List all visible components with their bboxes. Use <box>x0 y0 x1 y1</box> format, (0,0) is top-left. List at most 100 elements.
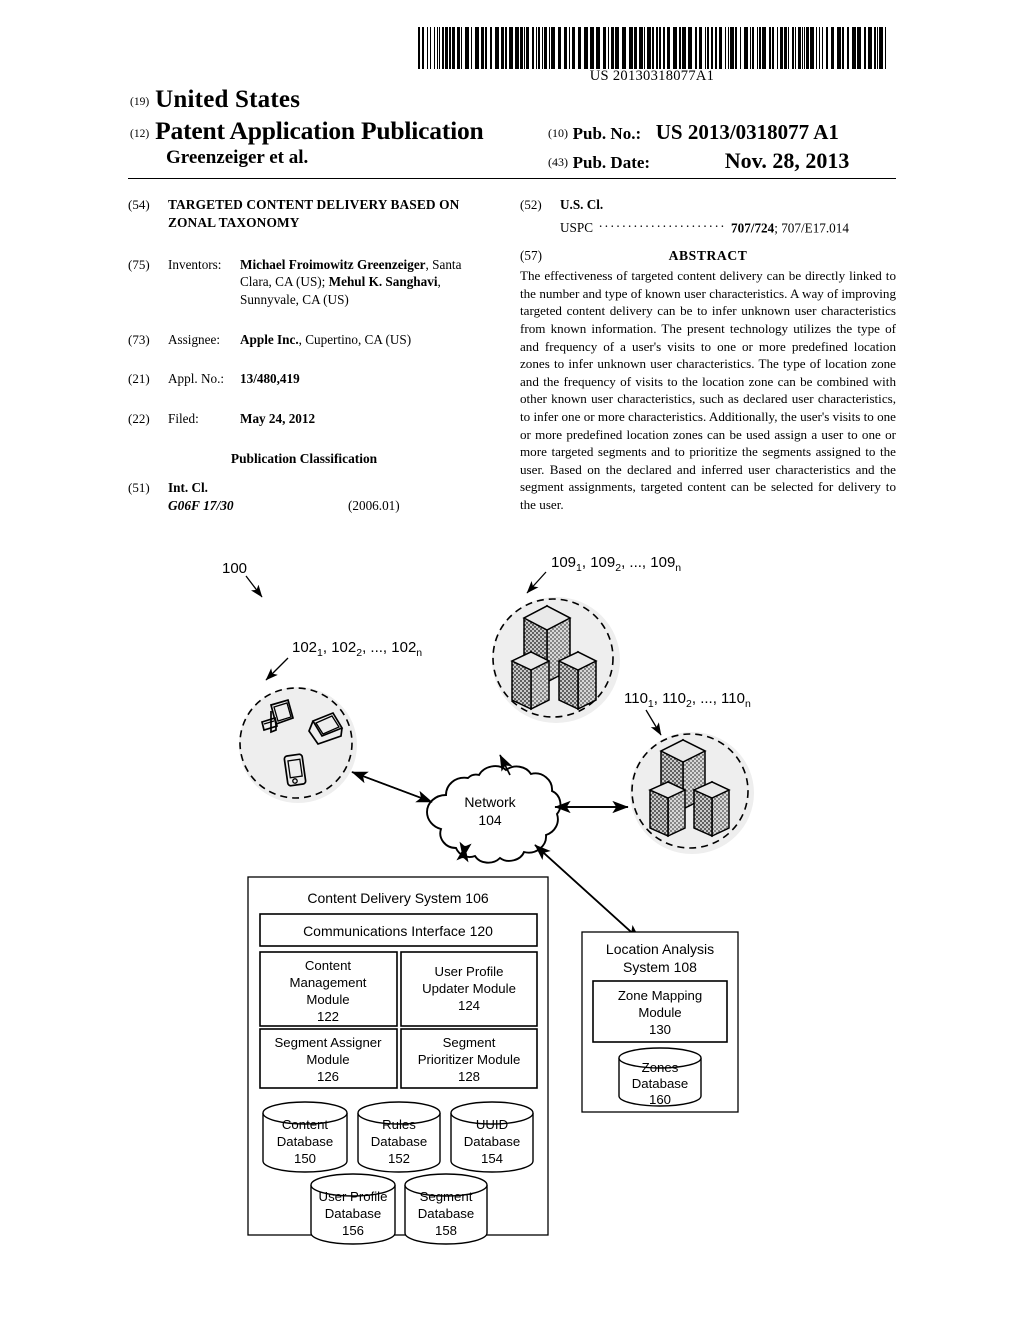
code-12: (12) <box>130 128 150 140</box>
db-150-line3: 150 <box>294 1151 316 1166</box>
publication-classification-heading: Publication Classification <box>230 450 378 466</box>
code-43: (43) <box>548 155 568 169</box>
module-130-line3: 130 <box>649 1022 671 1037</box>
inventor-1-name: Michael Froimowitz Greenzeiger <box>240 256 426 272</box>
field-title: (54) TARGETED CONTENT DELIVERY BASED ON … <box>128 196 480 232</box>
module-segment-assigner: Segment Assigner Module 126 <box>259 1028 398 1089</box>
network-number: 104 <box>478 812 502 828</box>
pubdate-label: Pub. Date: <box>572 153 651 172</box>
las-title-line2: System 108 <box>623 959 697 975</box>
ref-100: 100 <box>222 560 247 577</box>
arrow-network-to-las <box>534 844 641 941</box>
module-126-line2: Module <box>306 1052 349 1067</box>
ref-109-label: 1091, 1092, ..., 109n <box>551 554 681 574</box>
module-user-profile-updater: User Profile Updater Module 124 <box>400 951 538 1027</box>
country-line: (19) United States <box>130 86 300 114</box>
database-rules: Rules Database 152 <box>357 1101 441 1173</box>
network-cloud: Network 104 <box>426 765 562 864</box>
communications-interface-label: Communications Interface 120 <box>303 923 493 939</box>
code-10: (10) <box>548 126 568 140</box>
uspc-secondary-class: ; 707/E17.014 <box>774 220 849 236</box>
filed-label: Filed: <box>168 411 199 427</box>
db-150-line1: Content <box>282 1117 329 1132</box>
module-segment-prioritizer: Segment Prioritizer Module 128 <box>400 1028 538 1089</box>
module-124-line2: Updater Module <box>422 981 516 996</box>
module-122-line3: Module <box>306 992 349 1007</box>
module-126-line3: 126 <box>317 1069 339 1084</box>
module-124-line3: 124 <box>458 998 480 1013</box>
content-delivery-system: Content Delivery System 106 Communicatio… <box>247 876 549 1245</box>
module-zone-mapping: Zone Mapping Module 130 <box>592 980 728 1043</box>
field-code-54: (54) <box>128 197 150 212</box>
code-19: (19) <box>130 96 150 108</box>
module-122-line1: Content <box>305 958 352 973</box>
module-122-line4: 122 <box>317 1009 339 1024</box>
db-152-line1: Rules <box>382 1117 416 1132</box>
country-name: United States <box>155 86 301 113</box>
barcode <box>418 27 886 69</box>
pubdate-value: Nov. 28, 2013 <box>724 148 850 173</box>
location-analysis-system: Location Analysis System 108 Zone Mappin… <box>581 931 739 1113</box>
field-assignee: (73) Assignee: Apple Inc., Cupertino, CA… <box>128 331 480 349</box>
publication-date-row: (43) Pub. Date: Nov. 28, 2013 <box>548 148 849 174</box>
field-int-cl: (51) Int. Cl. G06F 17/30 (2006.01) <box>128 479 480 516</box>
db-160-line2: Database <box>632 1076 688 1091</box>
db-160-line3: 160 <box>649 1092 671 1107</box>
database-zones: Zones Database 160 <box>618 1047 702 1107</box>
inventor-2-name: Mehul K. Sanghavi <box>328 274 438 290</box>
module-130-line1: Zone Mapping <box>618 988 702 1003</box>
ref-102-label: 1021, 1022, ..., 102n <box>292 639 422 659</box>
db-154-line1: UUID <box>476 1117 508 1132</box>
inventors-label: Inventors: <box>168 256 222 272</box>
intcl-line: G06F 17/30 (2006.01) <box>168 497 480 515</box>
database-content: Content Database 150 <box>262 1101 348 1173</box>
cds-title: Content Delivery System 106 <box>307 890 489 906</box>
field-code-51: (51) <box>128 479 150 495</box>
field-appl-no: (21) Appl. No.: 13/480,419 <box>128 370 480 388</box>
database-segment: Segment Database 158 <box>404 1173 488 1245</box>
biblio-left-column: (54) TARGETED CONTENT DELIVERY BASED ON … <box>128 196 480 515</box>
intcl-label: Int. Cl. <box>168 479 208 495</box>
db-156-line1: User Profile <box>319 1189 388 1204</box>
field-inventors: (75) Inventors: Michael Froimowitz Green… <box>128 256 480 309</box>
invention-title: TARGETED CONTENT DELIVERY BASED ON ZONAL… <box>168 197 460 230</box>
field-code-52: (52) <box>520 197 542 212</box>
uspc-line: USPC....................................… <box>560 214 896 237</box>
assignee-name: Apple Inc. <box>240 331 299 347</box>
field-code-75: (75) <box>128 256 150 272</box>
applno-value: 13/480,419 <box>240 371 300 387</box>
assignee-value: Apple Inc., Cupertino, CA (US) <box>240 331 480 349</box>
database-user-profile: User Profile Database 156 <box>310 1173 396 1245</box>
db-156-line3: 156 <box>342 1223 364 1238</box>
field-filed: (22) Filed: May 24, 2012 <box>128 410 480 428</box>
intcl-year: (2006.01) <box>348 498 400 514</box>
uscl-label: U.S. Cl. <box>560 197 604 212</box>
field-code-22: (22) <box>128 411 150 427</box>
network-label: Network <box>464 794 516 810</box>
assignee-label: Assignee: <box>168 331 221 347</box>
assignee-location: , Cupertino, CA (US) <box>298 331 412 347</box>
biblio-right-column: (52) U.S. Cl. USPC......................… <box>520 196 896 514</box>
module-128-line3: 128 <box>458 1069 480 1084</box>
module-126-line1: Segment Assigner <box>274 1035 382 1050</box>
barcode-number: US 20130318077A1 <box>589 68 715 84</box>
db-152-line3: 152 <box>388 1151 410 1166</box>
figure-1-system-diagram: 100 1021, 1022, ..., 102n 1091, 1092, ..… <box>0 540 1024 1280</box>
intcl-class: G06F 17/30 <box>168 498 234 514</box>
filed-value: May 24, 2012 <box>240 411 316 427</box>
abstract-heading: ABSTRACT <box>668 248 748 264</box>
inventors-value: Michael Froimowitz Greenzeiger, Santa Cl… <box>240 256 480 309</box>
field-code-21: (21) <box>128 371 150 387</box>
pubno-value: US 2013/0318077 A1 <box>655 120 839 144</box>
pubno-label: Pub. No.: <box>572 124 642 143</box>
las-title-line1: Location Analysis <box>606 941 714 957</box>
applno-label: Appl. No.: <box>168 371 225 387</box>
module-124-line1: User Profile <box>435 964 504 979</box>
database-uuid: UUID Database 154 <box>450 1101 534 1173</box>
db-158-line1: Segment <box>420 1189 473 1204</box>
document-type: Patent Application Publication <box>155 116 484 145</box>
field-code-73: (73) <box>128 331 150 347</box>
db-154-line3: 154 <box>481 1151 503 1166</box>
header-divider <box>128 178 896 179</box>
doctype-line: (12) Patent Application Publication <box>130 116 484 146</box>
